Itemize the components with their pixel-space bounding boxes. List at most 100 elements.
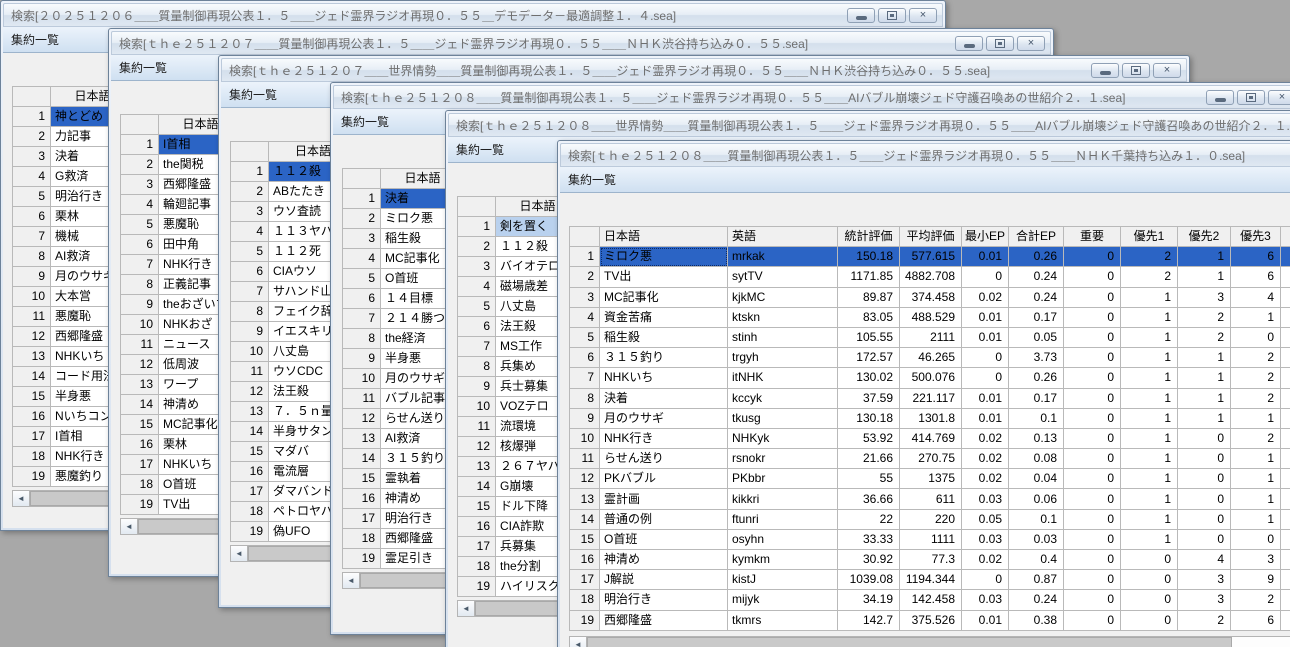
table-cell[interactable]: 0.02 xyxy=(961,286,1009,308)
column-header[interactable]: 合計EP xyxy=(1008,225,1064,248)
table-cell[interactable]: 0.01 xyxy=(961,609,1009,632)
table-cell[interactable]: 577.615 xyxy=(899,246,962,268)
row-number-cell[interactable]: 14 xyxy=(230,421,269,442)
table-cell[interactable]: 0.01 xyxy=(961,387,1009,409)
table-cell[interactable]: ３１５釣り xyxy=(599,347,728,369)
table-cell[interactable]: 0 xyxy=(1063,569,1121,591)
row-number-cell[interactable]: 16 xyxy=(12,406,51,427)
table-cell[interactable]: 1 xyxy=(1177,266,1231,288)
table-cell[interactable]: 霊計画 xyxy=(599,488,728,510)
column-header[interactable]: 優先3 xyxy=(1230,225,1281,248)
table-cell[interactable]: kymkm xyxy=(727,548,838,571)
row-number-cell[interactable]: 3 xyxy=(457,256,496,277)
table-cell[interactable]: 34.19 xyxy=(837,589,900,611)
row-number-cell[interactable]: 1 xyxy=(120,134,159,155)
row-number-cell[interactable]: 9 xyxy=(120,294,159,315)
table-cell[interactable]: 2 xyxy=(1120,246,1178,268)
scrollbar-thumb[interactable] xyxy=(587,637,1233,647)
table-cell[interactable]: 1039.08 xyxy=(837,569,900,591)
table-cell[interactable]: 1 xyxy=(1230,306,1281,328)
table-cell[interactable]: 0 xyxy=(961,266,1009,288)
table-cell[interactable] xyxy=(1280,548,1290,571)
row-number-header[interactable] xyxy=(569,225,600,248)
table-cell[interactable]: 0.01 xyxy=(961,407,1009,429)
table-cell[interactable]: 0 xyxy=(1063,488,1121,510)
row-number-cell[interactable]: 7 xyxy=(12,226,51,247)
minimize-button[interactable] xyxy=(1206,89,1234,105)
row-number-cell[interactable]: 8 xyxy=(230,301,269,322)
table-cell[interactable]: 142.7 xyxy=(837,609,900,632)
row-number-cell[interactable]: 17 xyxy=(342,508,381,529)
table-cell[interactable]: 374.458 xyxy=(899,286,962,308)
row-number-cell[interactable]: 1 xyxy=(342,188,381,209)
row-number-cell[interactable]: 10 xyxy=(342,368,381,389)
table-cell[interactable]: 0.17 xyxy=(1008,387,1064,409)
table-cell[interactable]: 55 xyxy=(837,468,900,490)
table-cell[interactable]: 1 xyxy=(1120,508,1178,530)
table-cell[interactable]: 1 xyxy=(1120,326,1178,349)
table-cell[interactable]: 6 xyxy=(1230,266,1281,288)
table-cell[interactable]: 西郷隆盛 xyxy=(599,609,728,632)
table-cell[interactable]: 0.01 xyxy=(961,326,1009,349)
table-cell[interactable]: 2 xyxy=(1230,367,1281,389)
table-cell[interactable]: 0.26 xyxy=(1008,367,1064,389)
table-cell[interactable]: 1301.8 xyxy=(899,407,962,429)
column-header[interactable]: 英語 xyxy=(727,225,838,248)
table-cell[interactable]: 1 xyxy=(1177,347,1231,369)
row-number-cell[interactable]: 8 xyxy=(342,328,381,349)
row-number-cell[interactable]: 16 xyxy=(569,548,600,571)
row-number-cell[interactable]: 11 xyxy=(342,388,381,409)
table-cell[interactable]: NHK行き xyxy=(599,427,728,450)
row-number-cell[interactable]: 6 xyxy=(120,234,159,255)
table-cell[interactable]: 270.75 xyxy=(899,448,962,470)
table-cell[interactable]: 2 xyxy=(1177,326,1231,349)
row-number-cell[interactable]: 19 xyxy=(12,466,51,487)
table-cell[interactable]: 77.3 xyxy=(899,548,962,571)
row-number-cell[interactable]: 15 xyxy=(569,528,600,551)
row-number-cell[interactable]: 17 xyxy=(230,481,269,502)
row-number-cell[interactable]: 7 xyxy=(230,281,269,302)
table-cell[interactable]: 0.01 xyxy=(961,306,1009,328)
row-number-cell[interactable]: 6 xyxy=(230,261,269,282)
row-number-cell[interactable]: 15 xyxy=(230,441,269,462)
table-cell[interactable]: 6 xyxy=(1230,246,1281,268)
row-number-cell[interactable]: 12 xyxy=(120,354,159,375)
table-cell[interactable] xyxy=(1280,589,1290,611)
table-cell[interactable]: 1 xyxy=(1120,448,1178,470)
table-cell[interactable]: 0 xyxy=(1063,589,1121,611)
table-cell[interactable]: 0 xyxy=(1120,609,1178,632)
table-cell[interactable]: 172.57 xyxy=(837,347,900,369)
table-cell[interactable]: 0 xyxy=(1063,468,1121,490)
row-number-cell[interactable]: 1 xyxy=(230,161,269,182)
column-header[interactable]: 重要 xyxy=(1063,225,1121,248)
table-cell[interactable]: 1375 xyxy=(899,468,962,490)
table-cell[interactable]: 0 xyxy=(1177,508,1231,530)
table-cell[interactable]: 105.55 xyxy=(837,326,900,349)
row-number-cell[interactable]: 12 xyxy=(569,468,600,490)
table-cell[interactable]: 1194.344 xyxy=(899,569,962,591)
table-cell[interactable]: 0.24 xyxy=(1008,286,1064,308)
table-cell[interactable]: 130.02 xyxy=(837,367,900,389)
row-number-cell[interactable]: 11 xyxy=(230,361,269,382)
table-cell[interactable]: 1 xyxy=(1177,246,1231,268)
table-cell[interactable]: 0 xyxy=(1177,528,1231,551)
table-cell[interactable]: 2 xyxy=(1230,387,1281,409)
horizontal-scrollbar[interactable]: ◄ xyxy=(569,636,1290,647)
row-number-cell[interactable]: 6 xyxy=(457,316,496,337)
row-number-cell[interactable]: 4 xyxy=(342,248,381,269)
table-cell[interactable]: 神清め xyxy=(599,548,728,571)
table-cell[interactable]: 9 xyxy=(1230,569,1281,591)
table-cell[interactable]: 0 xyxy=(1063,286,1121,308)
table-cell[interactable]: 0 xyxy=(1063,387,1121,409)
maximize-button[interactable] xyxy=(986,35,1014,51)
table-cell[interactable]: osyhn xyxy=(727,528,838,551)
row-number-cell[interactable]: 17 xyxy=(569,569,600,591)
row-number-cell[interactable]: 7 xyxy=(569,367,600,389)
table-cell[interactable]: 0.02 xyxy=(961,468,1009,490)
window-titlebar[interactable]: 検索[ｔｈｅ２５１２０８＿＿質量制御再現公表１．５＿＿ジェド霊界ラジオ再現０．５… xyxy=(560,143,1290,167)
row-number-cell[interactable]: 12 xyxy=(230,381,269,402)
minimize-button[interactable] xyxy=(1091,62,1119,78)
scrollbar-thumb[interactable] xyxy=(248,546,338,561)
scroll-left-button[interactable]: ◄ xyxy=(13,491,30,506)
table-cell[interactable]: 0 xyxy=(1120,589,1178,611)
